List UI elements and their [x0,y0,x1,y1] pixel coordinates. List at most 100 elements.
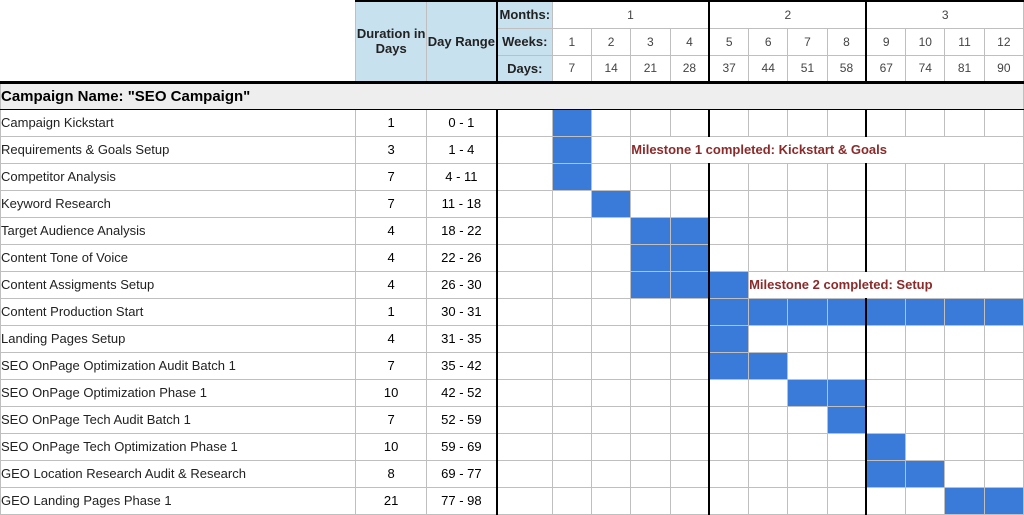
gantt-cell [984,379,1023,406]
gantt-cell [709,190,748,217]
week-header: 11 [945,28,984,55]
task-range: 42 - 52 [426,379,496,406]
gantt-bar [709,271,748,298]
gantt-cell [631,325,670,352]
day-header: 58 [827,55,866,82]
day-header: 21 [631,55,670,82]
task-duration: 4 [356,217,426,244]
day-header: 28 [670,55,709,82]
gantt-bar [631,244,670,271]
gantt-cell [592,163,631,190]
gantt-cell [866,217,905,244]
task-name: SEO OnPage Tech Audit Batch 1 [1,406,356,433]
gantt-cell [592,460,631,487]
gantt-bar [827,406,866,433]
gantt-cell [866,379,905,406]
gantt-cell [945,325,984,352]
gantt-cell [788,244,827,271]
gantt-cell [945,352,984,379]
gantt-cell [670,190,709,217]
gantt-cell [670,433,709,460]
gantt-bar [552,109,591,136]
gantt-cell [945,190,984,217]
task-range: 22 - 26 [426,244,496,271]
gantt-cell [906,109,945,136]
task-duration: 8 [356,460,426,487]
gantt-cell [552,271,591,298]
task-duration: 7 [356,406,426,433]
gantt-cell [552,298,591,325]
gantt-cell [906,217,945,244]
week-header: 2 [592,28,631,55]
task-range: 69 - 77 [426,460,496,487]
task-name: Requirements & Goals Setup [1,136,356,163]
gantt-cell [749,406,788,433]
gantt-cell [709,487,748,514]
gantt-cell [670,406,709,433]
spacer-cell [497,190,552,217]
week-header: 8 [827,28,866,55]
spacer-cell [497,136,552,163]
blank-name-header [1,1,356,82]
gantt-cell [592,271,631,298]
gantt-cell [866,163,905,190]
gantt-cell [788,217,827,244]
gantt-cell [709,217,748,244]
gantt-bar [866,433,905,460]
gantt-cell [631,352,670,379]
spacer-cell [497,217,552,244]
gantt-cell [945,109,984,136]
day-header: 51 [788,55,827,82]
gantt-cell [709,244,748,271]
gantt-cell [749,487,788,514]
gantt-cell [945,379,984,406]
task-range: 52 - 59 [426,406,496,433]
task-duration: 4 [356,244,426,271]
gantt-cell [749,460,788,487]
gantt-cell [749,244,788,271]
task-name: Content Production Start [1,298,356,325]
month-header: 1 [552,1,709,28]
gantt-bar [984,298,1023,325]
gantt-bar [866,298,905,325]
gantt-bar [788,379,827,406]
gantt-cell [552,217,591,244]
task-duration: 1 [356,298,426,325]
gantt-cell [709,433,748,460]
milestone-label: Milestone 1 completed: Kickstart & Goals [631,136,1024,163]
gantt-bar [906,460,945,487]
gantt-cell [552,379,591,406]
gantt-cell [827,325,866,352]
gantt-bar [552,163,591,190]
gantt-cell [945,163,984,190]
gantt-bar [945,298,984,325]
gantt-bar [631,217,670,244]
gantt-bar [866,460,905,487]
gantt-cell [709,460,748,487]
gantt-cell [631,379,670,406]
gantt-cell [984,433,1023,460]
gantt-cell [709,379,748,406]
gantt-cell [592,244,631,271]
gantt-cell [866,352,905,379]
day-header: 44 [749,55,788,82]
gantt-cell [827,163,866,190]
task-range: 26 - 30 [426,271,496,298]
spacer-cell [497,352,552,379]
gantt-cell [709,163,748,190]
spacer-cell [497,406,552,433]
gantt-bar [827,379,866,406]
gantt-cell [788,352,827,379]
gantt-cell [670,352,709,379]
gantt-cell [906,487,945,514]
day-header: 90 [984,55,1023,82]
task-duration: 4 [356,271,426,298]
week-header: 12 [984,28,1023,55]
gantt-bar [788,298,827,325]
day-header: 37 [709,55,748,82]
gantt-cell [631,163,670,190]
gantt-cell [670,487,709,514]
gantt-cell [592,352,631,379]
day-header: 74 [906,55,945,82]
gantt-cell [631,487,670,514]
